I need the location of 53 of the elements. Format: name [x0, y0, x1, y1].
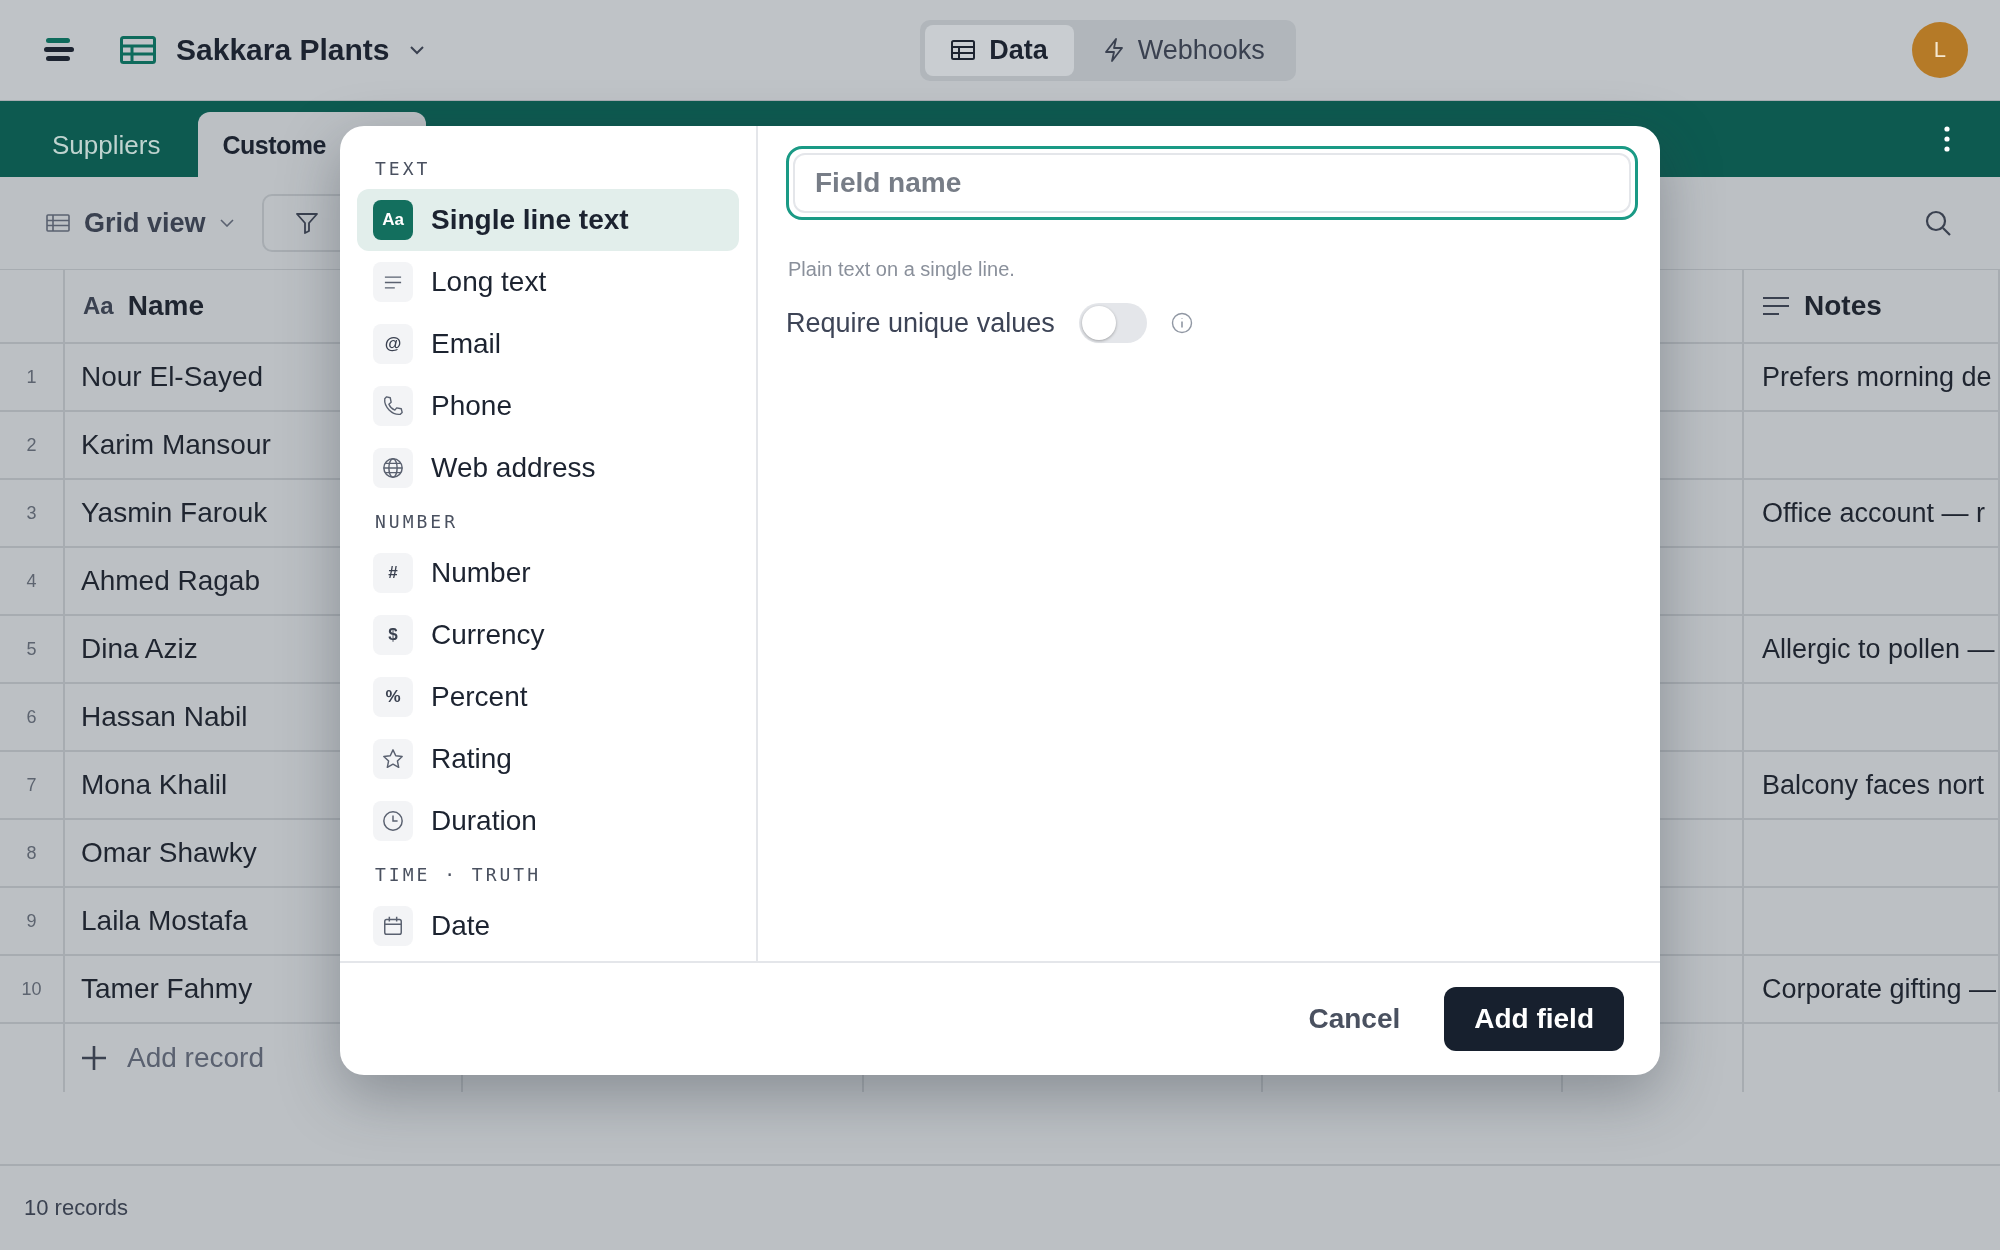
globe-icon: [373, 448, 413, 488]
table-tab[interactable]: Suppliers: [20, 112, 193, 177]
unique-values-label: Require unique values: [786, 307, 1055, 339]
row-number: 8: [0, 820, 65, 888]
add-field-button[interactable]: Add field: [1444, 987, 1624, 1051]
info-icon[interactable]: [1170, 312, 1193, 334]
row-number: 7: [0, 752, 65, 820]
plus-icon: [81, 1045, 107, 1071]
clock-icon: [373, 801, 413, 841]
row-number: 9: [0, 888, 65, 956]
lightning-icon: [1103, 38, 1124, 62]
lines-icon: [1762, 296, 1790, 316]
symbol-icon: #: [373, 553, 413, 593]
grid-icon: [46, 214, 70, 232]
base-title: Sakkara Plants: [176, 33, 390, 67]
notes-cell: Balcony faces nort: [1744, 752, 2000, 820]
unique-values-toggle[interactable]: [1078, 303, 1147, 343]
row-number: 5: [0, 616, 65, 684]
mode-tab[interactable]: Webhooks: [1077, 24, 1291, 76]
table-icon: [951, 40, 976, 60]
grid-view-button[interactable]: Grid view: [46, 207, 234, 239]
record-count: 10 records: [24, 1195, 128, 1221]
stacked-bars-logo-icon[interactable]: [44, 37, 74, 63]
chevron-down-icon: [219, 219, 234, 227]
row-number: 3: [0, 480, 65, 548]
row-number: 6: [0, 684, 65, 752]
field-type-option[interactable]: Aa Single line text: [357, 189, 739, 251]
symbol-icon: @: [373, 324, 413, 364]
search-icon[interactable]: [1924, 209, 1952, 237]
symbol-icon: $: [373, 615, 413, 655]
field-name-input[interactable]: Field name: [786, 146, 1638, 220]
symbol-icon: Aa: [373, 200, 413, 240]
phone-icon: [373, 386, 413, 426]
row-number: 10: [0, 956, 65, 1024]
row-number: 1: [0, 344, 65, 412]
lines-icon: [373, 262, 413, 302]
row-number: 4: [0, 548, 65, 616]
more-menu-icon[interactable]: [1944, 126, 1950, 152]
filter-icon: [294, 212, 319, 234]
table-icon: [120, 36, 156, 64]
column-header[interactable]: Notes: [1744, 270, 2000, 344]
notes-cell: Allergic to pollen —: [1744, 616, 2000, 684]
chevron-down-icon[interactable]: [409, 45, 426, 55]
row-number: 2: [0, 412, 65, 480]
notes-cell: Prefers morning de: [1744, 344, 2000, 412]
section-label: NUMBER: [374, 511, 460, 534]
symbol-icon: %: [373, 677, 413, 717]
notes-cell: Corporate gifting —: [1744, 956, 2000, 1024]
cancel-button[interactable]: Cancel: [1308, 1003, 1401, 1035]
field-type-description: Plain text on a single line.: [788, 258, 1016, 281]
notes-cell: Office account — r: [1744, 480, 2000, 548]
mode-tab[interactable]: Data: [925, 24, 1074, 76]
calendar-icon: [373, 906, 413, 946]
